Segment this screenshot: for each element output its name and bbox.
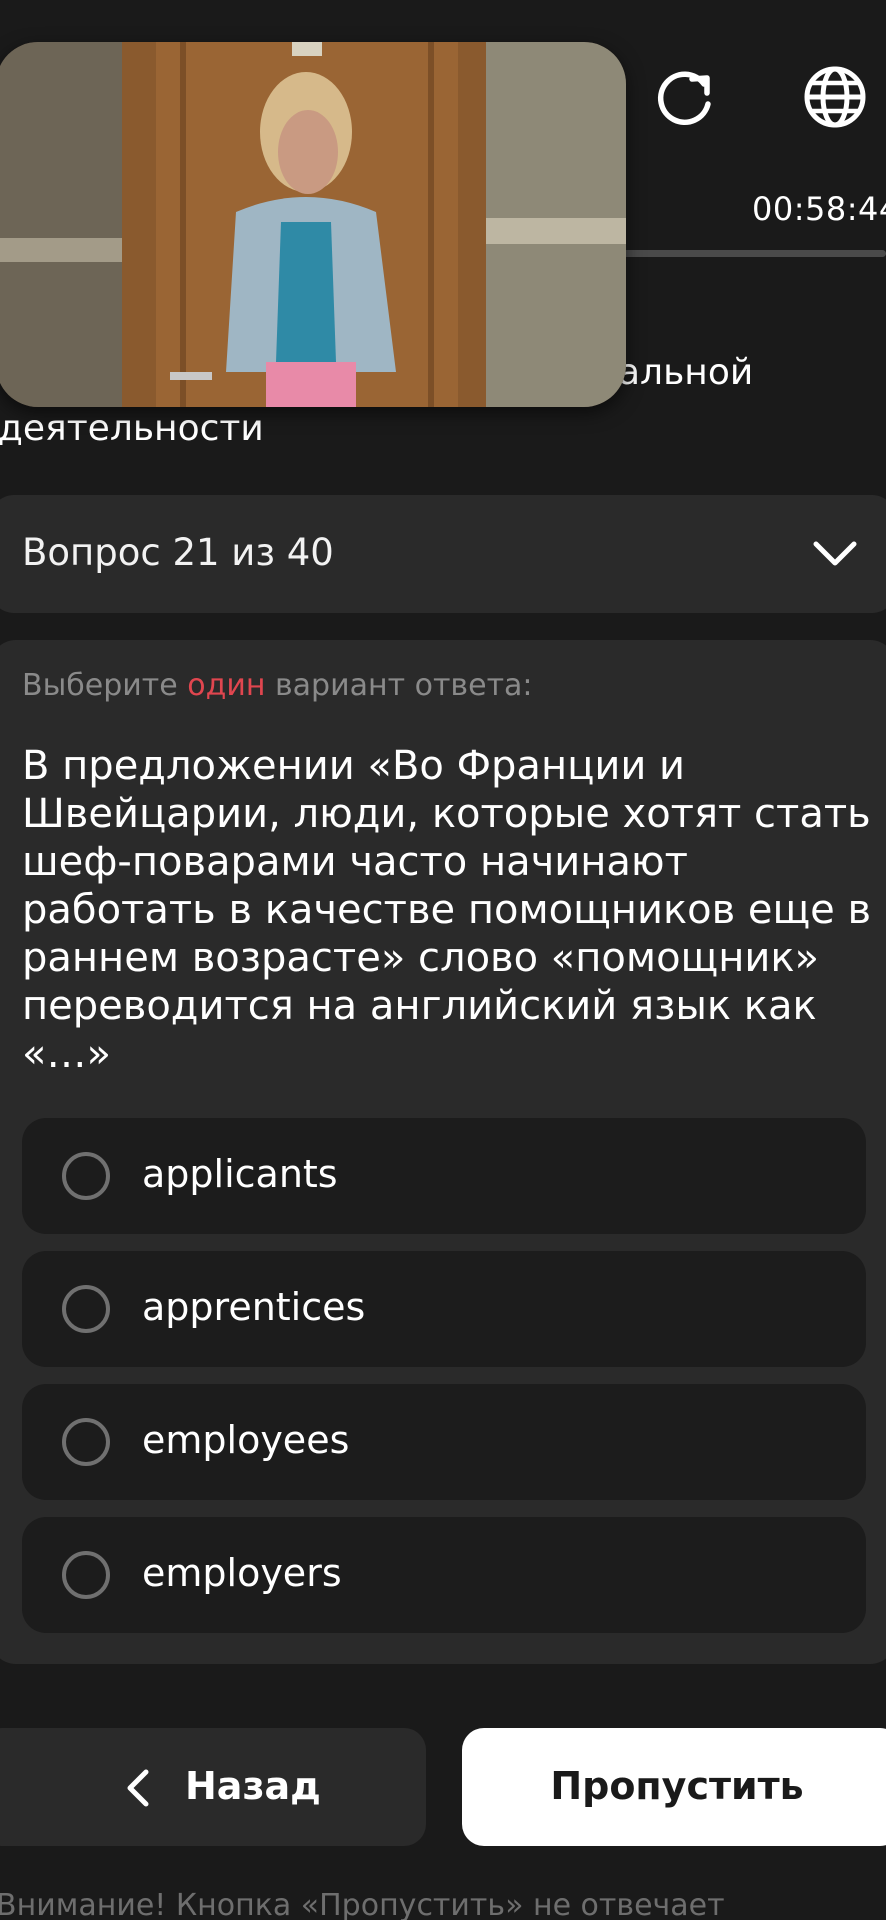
chevron-down-icon[interactable] — [812, 538, 858, 570]
option-label: apprentices — [142, 1285, 366, 1329]
back-button-label: Назад — [185, 1764, 321, 1808]
progress-bar — [600, 250, 886, 257]
answer-option[interactable]: applicants — [22, 1118, 866, 1234]
option-label: employees — [142, 1418, 350, 1462]
radio-button[interactable] — [62, 1418, 110, 1466]
answer-hint: Выберите один вариант ответа: — [22, 668, 533, 703]
option-label: applicants — [142, 1152, 338, 1196]
globe-icon[interactable] — [800, 62, 870, 132]
test-title-line2: деятельности — [0, 408, 264, 449]
radio-button[interactable] — [62, 1551, 110, 1599]
test-screen: 00:58:44 альной деятельности Вопрос 21 и… — [0, 0, 886, 1920]
question-text: В предложении «Во Франции и Швейцарии, л… — [22, 743, 872, 1077]
reload-icon[interactable] — [652, 64, 718, 130]
answer-option[interactable]: employees — [22, 1384, 866, 1500]
skip-warning: Внимание! Кнопка «Пропустить» не отвечае… — [0, 1888, 725, 1920]
timer: 00:58:44 — [752, 190, 886, 228]
question-selector[interactable]: Вопрос 21 из 40 — [0, 495, 886, 613]
skip-button-label: Пропустить — [550, 1764, 804, 1808]
answer-option[interactable]: apprentices — [22, 1251, 866, 1367]
hint-accent: один — [187, 668, 266, 703]
answer-option[interactable]: employers — [22, 1517, 866, 1633]
option-label: employers — [142, 1551, 342, 1595]
chevron-left-icon — [127, 1769, 149, 1807]
proctoring-video[interactable] — [0, 42, 626, 407]
radio-button[interactable] — [62, 1152, 110, 1200]
radio-button[interactable] — [62, 1285, 110, 1333]
hint-text-end: вариант ответа: — [265, 668, 533, 703]
skip-button[interactable]: Пропустить — [462, 1728, 886, 1846]
hint-text-start: Выберите — [22, 668, 188, 703]
back-button[interactable]: Назад — [0, 1728, 426, 1846]
video-frame — [0, 42, 626, 407]
question-counter: Вопрос 21 из 40 — [22, 531, 334, 574]
